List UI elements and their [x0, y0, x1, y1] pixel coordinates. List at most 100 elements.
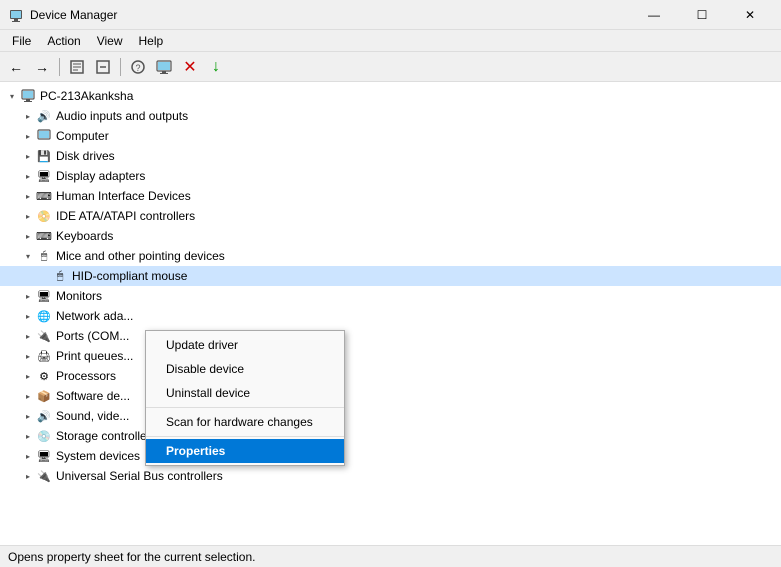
menu-view[interactable]: View: [89, 32, 131, 50]
mice-expand-arrow[interactable]: [20, 248, 36, 264]
device-tree[interactable]: PC-213Akanksha Audio inputs and outputs …: [0, 82, 781, 545]
processors-expand-arrow[interactable]: [20, 368, 36, 384]
display-icon: [36, 168, 52, 184]
monitors-expand-arrow[interactable]: [20, 288, 36, 304]
minimize-button[interactable]: —: [631, 0, 677, 30]
tree-item-disk[interactable]: Disk drives: [0, 146, 781, 166]
context-menu-update-driver[interactable]: Update driver: [146, 333, 344, 357]
tree-item-processors[interactable]: Processors: [0, 366, 781, 386]
back-button[interactable]: ←: [4, 55, 28, 79]
status-text: Opens property sheet for the current sel…: [8, 550, 255, 564]
ide-label: IDE ATA/ATAPI controllers: [56, 209, 195, 223]
network-icon: [36, 308, 52, 324]
software-expand-arrow[interactable]: [20, 388, 36, 404]
title-bar: Device Manager — ☐ ✕: [0, 0, 781, 30]
tree-item-hid[interactable]: Human Interface Devices: [0, 186, 781, 206]
system-icon: [36, 448, 52, 464]
tree-item-ide[interactable]: IDE ATA/ATAPI controllers: [0, 206, 781, 226]
context-menu-disable-device[interactable]: Disable device: [146, 357, 344, 381]
tree-item-display[interactable]: Display adapters: [0, 166, 781, 186]
mice-label: Mice and other pointing devices: [56, 249, 225, 263]
context-menu-scan-hardware[interactable]: Scan for hardware changes: [146, 410, 344, 434]
system-label: System devices: [56, 449, 140, 463]
help-button[interactable]: ?: [126, 55, 150, 79]
mouse-icon: [36, 248, 52, 264]
disk-expand-arrow[interactable]: [20, 148, 36, 164]
tree-item-audio[interactable]: Audio inputs and outputs: [0, 106, 781, 126]
hid-expand-arrow[interactable]: [20, 188, 36, 204]
root-expand-arrow[interactable]: [4, 88, 20, 104]
print-label: Print queues...: [56, 349, 133, 363]
monitors-label: Monitors: [56, 289, 102, 303]
window-title: Device Manager: [30, 8, 631, 22]
toolbar-separator-1: [59, 58, 60, 76]
toolbar-separator-2: [120, 58, 121, 76]
keyboard-icon: [36, 228, 52, 244]
properties-button[interactable]: [65, 55, 89, 79]
svg-text:?: ?: [135, 63, 140, 73]
minus-button[interactable]: [91, 55, 115, 79]
maximize-button[interactable]: ☐: [679, 0, 725, 30]
sound-label: Sound, vide...: [56, 409, 129, 423]
remove-button[interactable]: ✕: [178, 55, 202, 79]
tree-item-print[interactable]: Print queues...: [0, 346, 781, 366]
computer-button[interactable]: [152, 55, 176, 79]
app-icon: [8, 7, 24, 23]
display-expand-arrow[interactable]: [20, 168, 36, 184]
tree-item-keyboards[interactable]: Keyboards: [0, 226, 781, 246]
network-label: Network ada...: [56, 309, 133, 323]
context-menu: Update driver Disable device Uninstall d…: [145, 330, 345, 466]
tree-item-hid-compliant[interactable]: HID-compliant mouse: [0, 266, 781, 286]
close-button[interactable]: ✕: [727, 0, 773, 30]
tree-item-storage[interactable]: Storage controllers: [0, 426, 781, 446]
ide-expand-arrow[interactable]: [20, 208, 36, 224]
computer-icon: [36, 128, 52, 144]
usb-label: Universal Serial Bus controllers: [56, 469, 223, 483]
hid-compliant-expand: [36, 268, 52, 284]
context-menu-uninstall-device[interactable]: Uninstall device: [146, 381, 344, 405]
storage-expand-arrow[interactable]: [20, 428, 36, 444]
menu-help[interactable]: Help: [131, 32, 172, 50]
tree-item-network[interactable]: Network ada...: [0, 306, 781, 326]
print-expand-arrow[interactable]: [20, 348, 36, 364]
storage-label: Storage controllers: [56, 429, 157, 443]
processor-icon: [36, 368, 52, 384]
keyboards-expand-arrow[interactable]: [20, 228, 36, 244]
tree-item-mice[interactable]: Mice and other pointing devices: [0, 246, 781, 266]
tree-item-ports[interactable]: Ports (COM...: [0, 326, 781, 346]
hid-device-icon: [52, 268, 68, 284]
scan-button[interactable]: ↓: [204, 55, 228, 79]
context-menu-separator-1: [146, 407, 344, 408]
tree-item-computer[interactable]: Computer: [0, 126, 781, 146]
ports-icon: [36, 328, 52, 344]
computer-expand-arrow[interactable]: [20, 128, 36, 144]
context-menu-properties[interactable]: Properties: [146, 439, 344, 463]
ports-label: Ports (COM...: [56, 329, 129, 343]
forward-button[interactable]: →: [30, 55, 54, 79]
audio-expand-arrow[interactable]: [20, 108, 36, 124]
status-bar: Opens property sheet for the current sel…: [0, 545, 781, 567]
sound-icon: [36, 408, 52, 424]
display-label: Display adapters: [56, 169, 145, 183]
sound-expand-arrow[interactable]: [20, 408, 36, 424]
menu-action[interactable]: Action: [39, 32, 88, 50]
audio-icon: [36, 108, 52, 124]
menu-file[interactable]: File: [4, 32, 39, 50]
tree-item-sound[interactable]: Sound, vide...: [0, 406, 781, 426]
usb-expand-arrow[interactable]: [20, 468, 36, 484]
hid-icon: [36, 188, 52, 204]
monitor-icon: [36, 288, 52, 304]
network-expand-arrow[interactable]: [20, 308, 36, 324]
software-label: Software de...: [56, 389, 130, 403]
tree-item-monitors[interactable]: Monitors: [0, 286, 781, 306]
ports-expand-arrow[interactable]: [20, 328, 36, 344]
tree-item-system[interactable]: System devices: [0, 446, 781, 466]
tree-item-software[interactable]: Software de...: [0, 386, 781, 406]
tree-item-usb[interactable]: Universal Serial Bus controllers: [0, 466, 781, 486]
root-label: PC-213Akanksha: [40, 89, 133, 103]
tree-root[interactable]: PC-213Akanksha: [0, 86, 781, 106]
window-controls: — ☐ ✕: [631, 0, 773, 30]
ide-icon: [36, 208, 52, 224]
system-expand-arrow[interactable]: [20, 448, 36, 464]
computer-label: Computer: [56, 129, 109, 143]
